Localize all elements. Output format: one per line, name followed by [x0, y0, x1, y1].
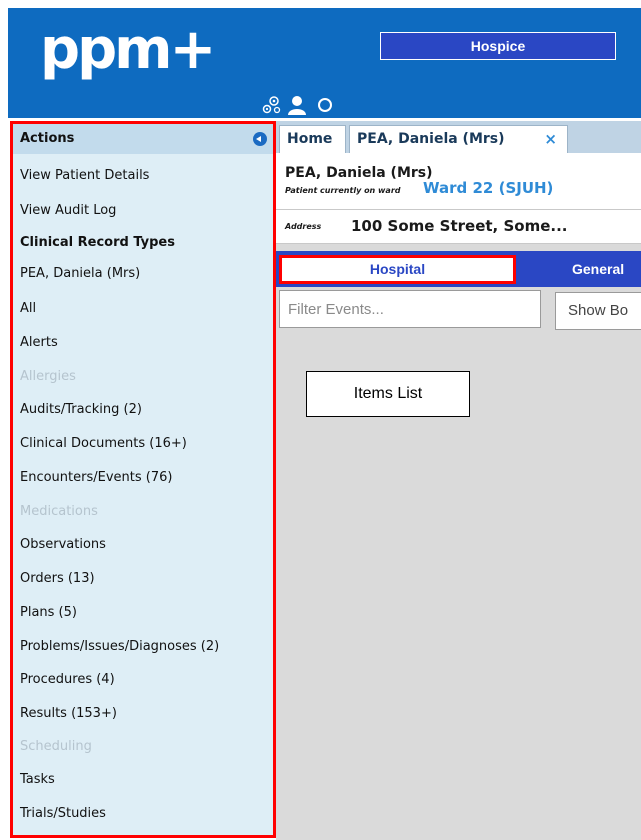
view-tabs: Hospital General [276, 251, 641, 287]
sidebar-item-alerts[interactable]: Alerts [20, 335, 58, 351]
show-button[interactable]: Show Bo [555, 292, 641, 330]
sidebar-item-results[interactable]: Results (153+) [20, 706, 117, 722]
main-content: Home PEA, Daniela (Mrs) × PEA, Daniela (… [276, 121, 641, 840]
sidebar-item-procedures[interactable]: Procedures (4) [20, 672, 115, 688]
sidebar-item-trials-studies[interactable]: Trials/Studies [20, 806, 106, 822]
sidebar-item-patient[interactable]: PEA, Daniela (Mrs) [20, 266, 140, 282]
sidebar-item-audits-tracking[interactable]: Audits/Tracking (2) [20, 402, 142, 418]
sidebar-item-allergies: Allergies [20, 369, 76, 384]
sidebar-item-view-patient-details[interactable]: View Patient Details [20, 168, 149, 184]
sidebar-item-clinical-documents[interactable]: Clinical Documents (16+) [20, 436, 187, 452]
tab-general[interactable]: General [572, 255, 624, 284]
actions-header-label: Actions [20, 131, 75, 146]
tab-hospital[interactable]: Hospital [279, 255, 516, 284]
address-label: Address [285, 222, 322, 231]
tab-home[interactable]: Home [279, 125, 346, 153]
close-tab-icon[interactable]: × [544, 126, 557, 152]
tab-patient[interactable]: PEA, Daniela (Mrs) × [349, 125, 568, 153]
patient-banner: PEA, Daniela (Mrs) Patient currently on … [276, 153, 641, 210]
sidebar-item-view-audit-log[interactable]: View Audit Log [20, 203, 116, 219]
sidebar-item-encounters-events[interactable]: Encounters/Events (76) [20, 470, 172, 486]
address-bar: Address 100 Some Street, Some... [276, 210, 641, 244]
ward-label: Patient currently on ward [285, 186, 401, 195]
sidebar-item-tasks[interactable]: Tasks [20, 772, 55, 788]
patient-tab-bar: Home PEA, Daniela (Mrs) × [276, 121, 641, 153]
sidebar-item-medications: Medications [20, 504, 98, 519]
sidebar-item-orders[interactable]: Orders (13) [20, 571, 95, 587]
tab-patient-label: PEA, Daniela (Mrs) [357, 131, 505, 147]
address-value: 100 Some Street, Some... [351, 217, 568, 235]
items-list-callout: Items List [306, 371, 470, 417]
filter-events-input[interactable] [279, 290, 541, 328]
collapse-sidebar-icon[interactable] [253, 132, 267, 146]
patient-name: PEA, Daniela (Mrs) [285, 165, 433, 181]
sidebar-item-problems-issues-diagnoses[interactable]: Problems/Issues/Diagnoses (2) [20, 639, 219, 655]
tab-home-label: Home [287, 131, 333, 147]
sidebar-heading-clinical-record-types: Clinical Record Types [20, 235, 175, 250]
site-selector-button[interactable]: Hospice [380, 32, 616, 60]
app-header: ppm+ Hospice [8, 8, 641, 118]
app-logo[interactable]: ppm+ [40, 20, 216, 80]
sidebar-item-plans[interactable]: Plans (5) [20, 605, 77, 621]
ward-value[interactable]: Ward 22 (SJUH) [423, 179, 553, 197]
sidebar-item-observations[interactable]: Observations [20, 537, 106, 553]
header-toolbar [261, 94, 351, 116]
sidebar-item-scheduling: Scheduling [20, 739, 92, 754]
actions-header: Actions [13, 124, 273, 154]
actions-sidebar: Actions View Patient Details View Audit … [10, 121, 276, 838]
workflow-gears-icon[interactable] [261, 94, 283, 120]
refresh-icon[interactable] [315, 94, 335, 120]
user-icon[interactable] [287, 94, 307, 120]
sidebar-item-all[interactable]: All [20, 301, 36, 317]
